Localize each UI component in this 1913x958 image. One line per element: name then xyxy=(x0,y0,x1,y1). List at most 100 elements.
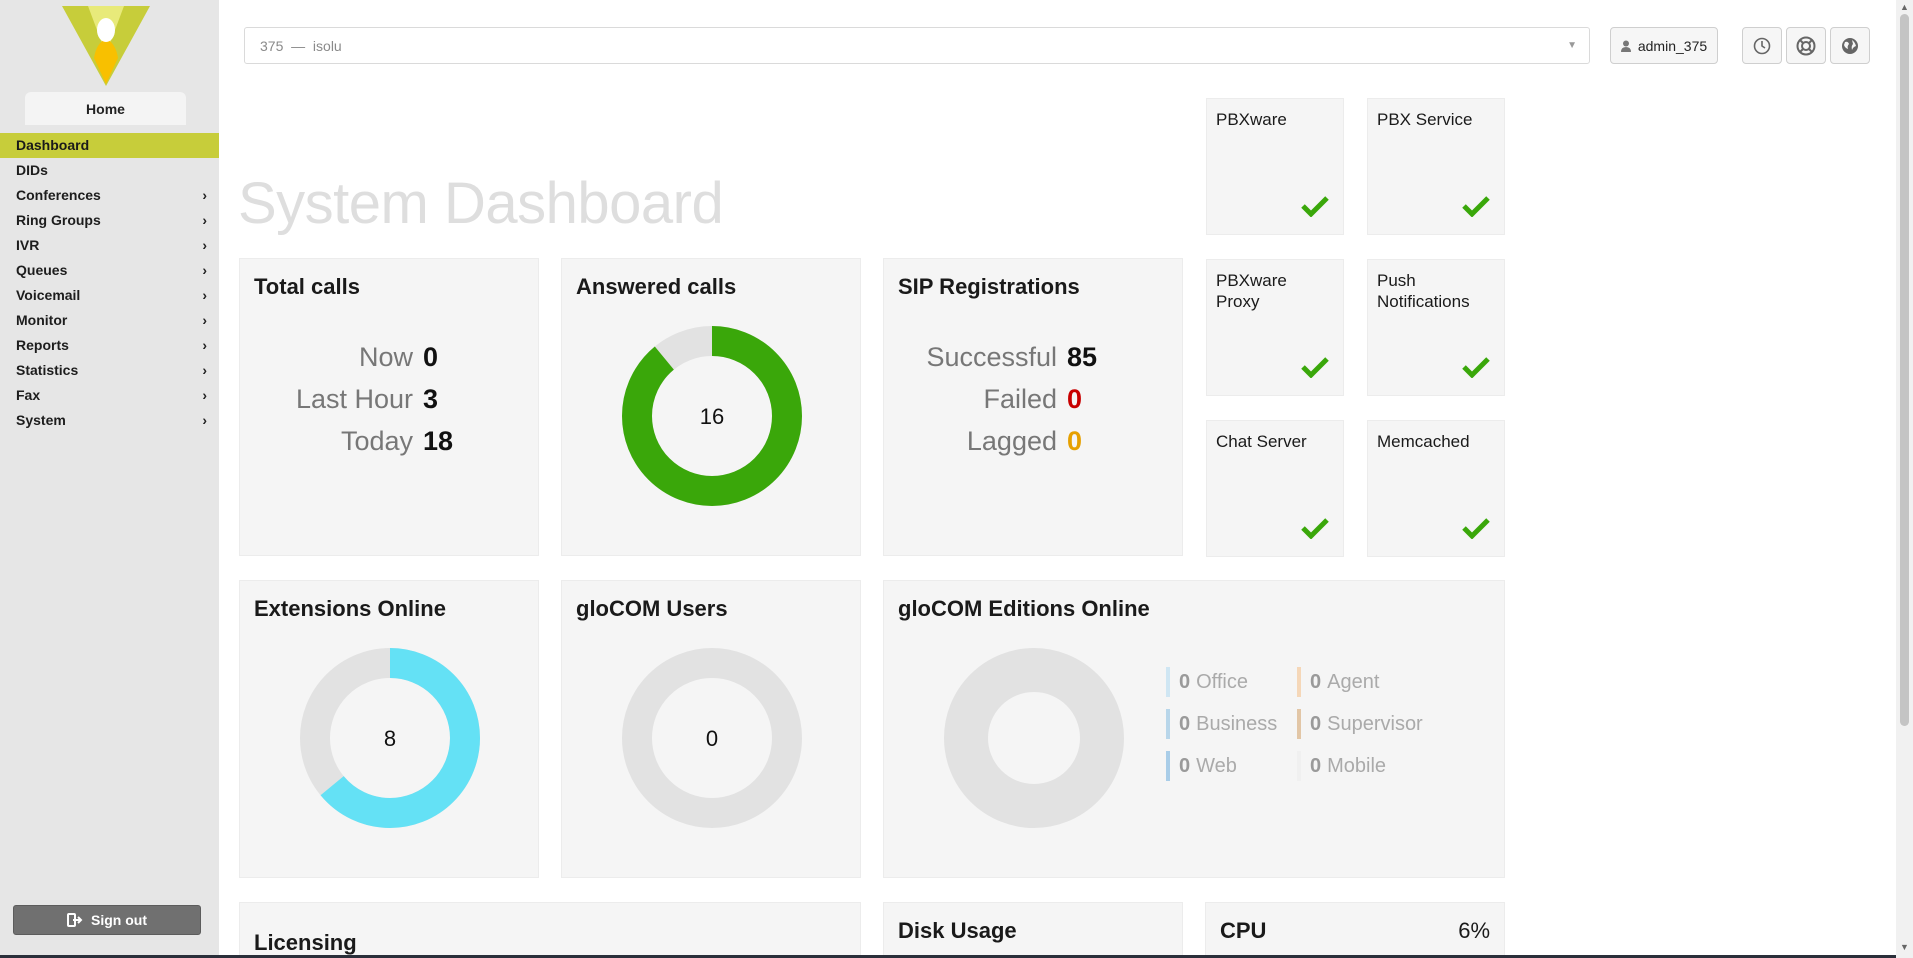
service-name: Chat Server xyxy=(1216,432,1307,451)
check-icon xyxy=(1301,357,1329,378)
sidebar-item-voicemail[interactable]: Voicemail › xyxy=(0,283,219,308)
sidebar-item-label: Ring Groups xyxy=(16,212,101,228)
scroll-up-icon[interactable]: ▲ xyxy=(1900,2,1909,12)
scroll-down-icon[interactable]: ▼ xyxy=(1900,942,1909,952)
chevron-right-icon: › xyxy=(202,312,207,328)
check-icon xyxy=(1301,518,1329,539)
glocom-editions-track xyxy=(944,648,1124,828)
sidebar-item-conferences[interactable]: Conferences › xyxy=(0,183,219,208)
glocom-users-title: gloCOM Users xyxy=(576,596,728,621)
stat-label: Lagged xyxy=(966,426,1057,456)
service-status-tile: PBXware Proxy xyxy=(1206,259,1344,396)
answered-calls-count: 16 xyxy=(699,404,725,429)
edition-count: 0 xyxy=(1179,670,1191,693)
clock-icon xyxy=(1753,37,1771,54)
glocom-editions-donut xyxy=(944,648,1124,828)
chevron-right-icon: › xyxy=(202,287,207,303)
bicom-logo[interactable] xyxy=(58,2,154,88)
service-status-tile: PBX Service xyxy=(1367,98,1505,235)
service-name: PBXware Proxy xyxy=(1216,271,1287,311)
total-calls-title: Total calls xyxy=(254,274,360,299)
user-name: admin_375 xyxy=(1637,37,1708,54)
sidebar-item-fax[interactable]: Fax › xyxy=(0,383,219,408)
sidebar-item-ring-groups[interactable]: Ring Groups › xyxy=(0,208,219,233)
cpu-usage-value: 6% xyxy=(1458,918,1490,943)
sip-registrations-row: Failed 0 xyxy=(884,384,1082,415)
sidebar-item-reports[interactable]: Reports › xyxy=(0,333,219,358)
legend-swatch xyxy=(1297,667,1301,697)
edition-count: 0 xyxy=(1310,754,1322,777)
legend-swatch xyxy=(1297,709,1301,739)
extensions-online-card: Extensions Online 8 xyxy=(239,580,539,878)
stat-value: 0 xyxy=(423,342,439,372)
sidebar-item-ivr[interactable]: IVR › xyxy=(0,233,219,258)
stat-label: Now xyxy=(358,342,413,372)
service-name: PBX Service xyxy=(1377,110,1473,129)
home-tab[interactable]: Home xyxy=(25,92,186,125)
service-status-tile: PBXware xyxy=(1206,98,1344,235)
sidebar-item-label: Voicemail xyxy=(16,287,81,303)
sidebar-item-label: Dashboard xyxy=(16,137,90,153)
page-scrollbar[interactable]: ▲ ▼ xyxy=(1896,0,1913,958)
edition-label: Office xyxy=(1196,670,1248,693)
language-button[interactable] xyxy=(1830,27,1870,64)
cpu-card: CPU 6% xyxy=(1205,902,1505,958)
sidebar-item-system[interactable]: System › xyxy=(0,408,219,433)
chevron-right-icon: › xyxy=(202,237,207,253)
home-tab-label: Home xyxy=(86,100,125,117)
user-icon xyxy=(1620,40,1631,52)
edition-legend-item: 0 Business xyxy=(1166,709,1277,739)
service-status-tile: Memcached xyxy=(1367,420,1505,557)
check-icon xyxy=(1462,518,1490,539)
scrollbar-thumb[interactable] xyxy=(1900,14,1909,726)
answered-calls-card: Answered calls 16 xyxy=(561,258,861,556)
sidebar-item-monitor[interactable]: Monitor › xyxy=(0,308,219,333)
tenant-select-value: 375 — isolu xyxy=(260,37,342,54)
edition-count: 0 xyxy=(1310,670,1322,693)
glocom-users-count: 0 xyxy=(705,726,719,751)
edition-legend-item: 0 Office xyxy=(1166,667,1248,697)
disk-usage-card: Disk Usage xyxy=(883,902,1183,958)
time-button[interactable] xyxy=(1742,27,1782,64)
stat-label: Failed xyxy=(983,384,1057,414)
stat-value: 85 xyxy=(1067,342,1098,372)
chevron-right-icon: › xyxy=(202,212,207,228)
legend-swatch xyxy=(1166,667,1170,697)
chevron-right-icon: › xyxy=(202,362,207,378)
glocom-editions-card: gloCOM Editions Online 0 Office 0 Business 0… xyxy=(883,580,1505,878)
sidebar-item-label: Conferences xyxy=(16,187,101,203)
help-button[interactable] xyxy=(1786,27,1826,64)
sign-out-label: Sign out xyxy=(91,912,147,928)
glocom-editions-title: gloCOM Editions Online xyxy=(898,596,1150,621)
sidebar-item-queues[interactable]: Queues › xyxy=(0,258,219,283)
sidebar-item-label: Monitor xyxy=(16,312,68,328)
tenant-select[interactable]: 375 — isolu ▼ xyxy=(244,27,1590,64)
stat-value: 0 xyxy=(1067,384,1083,414)
page-title: System Dashboard xyxy=(238,171,724,236)
legend-swatch xyxy=(1166,709,1170,739)
sidebar-item-dashboard[interactable]: Dashboard xyxy=(0,133,219,158)
check-icon xyxy=(1462,357,1490,378)
service-name: Memcached xyxy=(1377,432,1470,451)
edition-label: Supervisor xyxy=(1327,712,1423,735)
user-menu-button[interactable]: admin_375 xyxy=(1610,27,1718,64)
globe-icon xyxy=(1842,37,1858,54)
edition-label: Mobile xyxy=(1327,754,1387,777)
sidebar-item-dids[interactable]: DIDs xyxy=(0,158,219,183)
disk-usage-title: Disk Usage xyxy=(898,918,1017,943)
chevron-right-icon: › xyxy=(202,262,207,278)
total-calls-card: Total calls Now 0 Last Hour 3 Today 18 xyxy=(239,258,539,556)
sidebar-item-statistics[interactable]: Statistics › xyxy=(0,358,219,383)
chevron-down-icon: ▼ xyxy=(1567,40,1577,51)
sign-out-button[interactable]: Sign out xyxy=(13,905,201,935)
stat-value: 18 xyxy=(423,426,454,456)
licensing-title: Licensing xyxy=(254,930,357,955)
edition-label: Web xyxy=(1196,754,1237,777)
check-icon xyxy=(1301,196,1329,217)
legend-swatch xyxy=(1297,751,1301,781)
check-icon xyxy=(1462,196,1490,217)
glocom-users-card: gloCOM Users 0 xyxy=(561,580,861,878)
stat-label: Successful xyxy=(926,342,1057,372)
edition-count: 0 xyxy=(1310,712,1322,735)
sidebar-item-label: DIDs xyxy=(16,162,48,178)
